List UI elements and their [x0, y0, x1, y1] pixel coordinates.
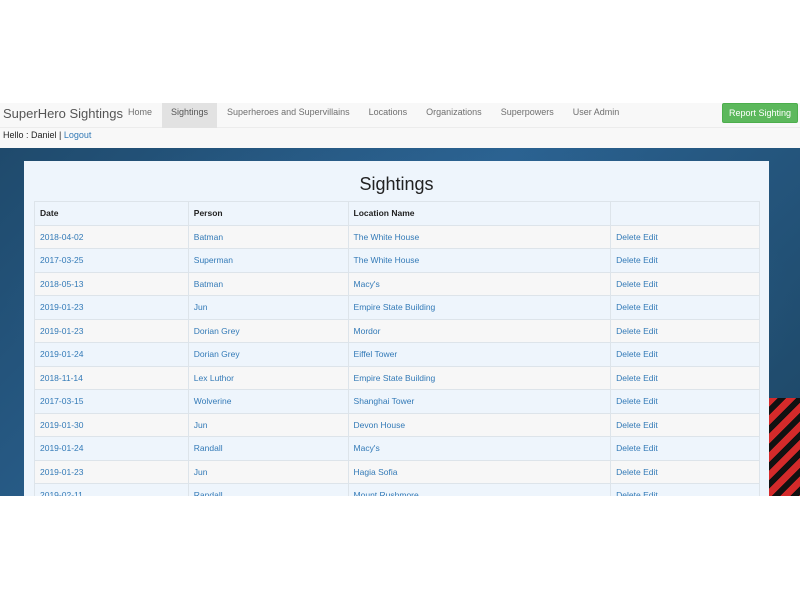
- nav-item-superpowers[interactable]: Superpowers: [492, 103, 563, 128]
- brand-title[interactable]: SuperHero Sightings: [3, 105, 123, 123]
- edit-link[interactable]: Edit: [643, 232, 658, 242]
- table-row: 2019-01-23 Jun Hagia Sofia Delete Edit: [34, 459, 760, 484]
- app-window: SuperHero Sightings Home Sightings Superhe…: [0, 103, 800, 496]
- header-date: Date: [34, 201, 189, 226]
- sighting-date-link[interactable]: 2019-01-24: [40, 349, 83, 359]
- sighting-date-link[interactable]: 2018-11-14: [40, 373, 83, 383]
- edit-link[interactable]: Edit: [643, 349, 658, 359]
- table-row: 2017-03-25 Superman The White House Delete …: [34, 248, 760, 273]
- sighting-date-link[interactable]: 2018-05-13: [40, 279, 83, 289]
- decorative-stripe: [768, 398, 800, 496]
- edit-link[interactable]: Edit: [643, 467, 658, 477]
- table-row: 2019-01-23 Dorian Grey Mordor Delete Edit: [34, 318, 760, 343]
- table-header-row: Date Person Location Name: [34, 201, 760, 226]
- sighting-location-link[interactable]: Empire State Building: [354, 373, 436, 383]
- sighting-date-link[interactable]: 2019-01-24: [40, 443, 83, 453]
- nav-item-sightings[interactable]: Sightings: [162, 103, 218, 128]
- sighting-location-link[interactable]: Mount Rushmore: [354, 490, 419, 496]
- sighting-date-link[interactable]: 2019-01-23: [40, 326, 83, 336]
- delete-link[interactable]: Delete: [616, 396, 641, 406]
- sighting-location-link[interactable]: Macy's: [354, 279, 380, 289]
- sighting-date-link[interactable]: 2019-01-23: [40, 302, 83, 312]
- nav-item-superheroes-and-supervillains[interactable]: Superheroes and Supervillains: [218, 103, 359, 128]
- header-actions: [610, 201, 760, 226]
- delete-link[interactable]: Delete: [616, 467, 641, 477]
- sighting-person-link[interactable]: Jun: [194, 420, 208, 430]
- sighting-location-link[interactable]: Hagia Sofia: [354, 467, 398, 477]
- nav-item-user-admin[interactable]: User Admin: [564, 103, 629, 128]
- header-person: Person: [187, 201, 349, 226]
- logout-link[interactable]: Logout: [64, 130, 92, 140]
- sighting-date-link[interactable]: 2019-01-23: [40, 467, 83, 477]
- header-location: Location Name: [347, 201, 612, 226]
- nav-item-home[interactable]: Home: [119, 103, 161, 128]
- edit-link[interactable]: Edit: [643, 396, 658, 406]
- table-row: 2019-02-11 Randall Mount Rushmore Delete Ed…: [34, 483, 760, 496]
- sighting-location-link[interactable]: Mordor: [354, 326, 381, 336]
- sighting-location-link[interactable]: Eiffel Tower: [354, 349, 398, 359]
- user-greeting: Hello : Daniel |: [3, 130, 62, 140]
- delete-link[interactable]: Delete: [616, 349, 641, 359]
- delete-link[interactable]: Delete: [616, 279, 641, 289]
- table-row: 2018-05-13 Batman Macy's Delete Edit: [34, 271, 760, 296]
- nav-menu: Home Sightings Superheroes and Supervillai…: [119, 103, 629, 128]
- table-row: 2019-01-23 Jun Empire State Building Delete…: [34, 295, 760, 320]
- sighting-person-link[interactable]: Lex Luthor: [194, 373, 234, 383]
- table-row: 2019-01-30 Jun Devon House Delete Edit: [34, 412, 760, 437]
- sighting-location-link[interactable]: Empire State Building: [354, 302, 436, 312]
- sighting-person-link[interactable]: Jun: [194, 467, 208, 477]
- nav-item-organizations[interactable]: Organizations: [417, 103, 491, 128]
- edit-link[interactable]: Edit: [643, 443, 658, 453]
- edit-link[interactable]: Edit: [643, 373, 658, 383]
- delete-link[interactable]: Delete: [616, 255, 641, 265]
- sighting-date-link[interactable]: 2019-02-11: [40, 490, 83, 496]
- sighting-location-link[interactable]: Macy's: [354, 443, 380, 453]
- sighting-person-link[interactable]: Batman: [194, 279, 223, 289]
- sighting-date-link[interactable]: 2019-01-30: [40, 420, 83, 430]
- nav-item-locations[interactable]: Locations: [360, 103, 417, 128]
- page-title: Sightings: [359, 174, 434, 194]
- table-row: 2017-03-15 Wolverine Shanghai Tower Delete …: [34, 389, 760, 414]
- edit-link[interactable]: Edit: [643, 420, 658, 430]
- sighting-location-link[interactable]: The White House: [354, 232, 420, 242]
- sighting-date-link[interactable]: 2017-03-15: [40, 396, 83, 406]
- sighting-person-link[interactable]: Randall: [194, 490, 223, 496]
- table-row: 2018-04-02 Batman The White House Delete Ed…: [34, 224, 760, 249]
- user-bar: Hello : Daniel | Logout: [0, 128, 800, 148]
- sighting-location-link[interactable]: Devon House: [354, 420, 406, 430]
- edit-link[interactable]: Edit: [643, 279, 658, 289]
- sighting-person-link[interactable]: Jun: [194, 302, 208, 312]
- table-body: 2018-04-02 Batman The White House Delete Ed…: [34, 224, 760, 496]
- sightings-table: Date Person Location Name 2018-04-02 Batm…: [34, 201, 760, 496]
- table-row: 2019-01-24 Dorian Grey Eiffel Tower Delete …: [34, 342, 760, 367]
- sighting-person-link[interactable]: Dorian Grey: [194, 326, 240, 336]
- edit-link[interactable]: Edit: [643, 490, 658, 496]
- edit-link[interactable]: Edit: [643, 302, 658, 312]
- sighting-person-link[interactable]: Batman: [194, 232, 223, 242]
- delete-link[interactable]: Delete: [616, 232, 641, 242]
- edit-link[interactable]: Edit: [643, 255, 658, 265]
- sighting-location-link[interactable]: Shanghai Tower: [354, 396, 415, 406]
- delete-link[interactable]: Delete: [616, 302, 641, 312]
- sighting-location-link[interactable]: The White House: [354, 255, 420, 265]
- sighting-person-link[interactable]: Wolverine: [194, 396, 232, 406]
- table-row: 2018-11-14 Lex Luthor Empire State Buildin…: [34, 365, 760, 390]
- report-sighting-button[interactable]: Report Sighting: [722, 103, 798, 123]
- delete-link[interactable]: Delete: [616, 373, 641, 383]
- delete-link[interactable]: Delete: [616, 443, 641, 453]
- sighting-date-link[interactable]: 2017-03-25: [40, 255, 83, 265]
- delete-link[interactable]: Delete: [616, 326, 641, 336]
- sighting-person-link[interactable]: Superman: [194, 255, 233, 265]
- delete-link[interactable]: Delete: [616, 420, 641, 430]
- top-navbar: SuperHero Sightings Home Sightings Superhe…: [0, 103, 800, 128]
- table-row: 2019-01-24 Randall Macy's Delete Edit: [34, 436, 760, 461]
- edit-link[interactable]: Edit: [643, 326, 658, 336]
- sighting-person-link[interactable]: Dorian Grey: [194, 349, 240, 359]
- delete-link[interactable]: Delete: [616, 490, 641, 496]
- sighting-date-link[interactable]: 2018-04-02: [40, 232, 83, 242]
- sightings-panel: Sightings Date Person Location Name 2018…: [24, 161, 769, 496]
- sighting-person-link[interactable]: Randall: [194, 443, 223, 453]
